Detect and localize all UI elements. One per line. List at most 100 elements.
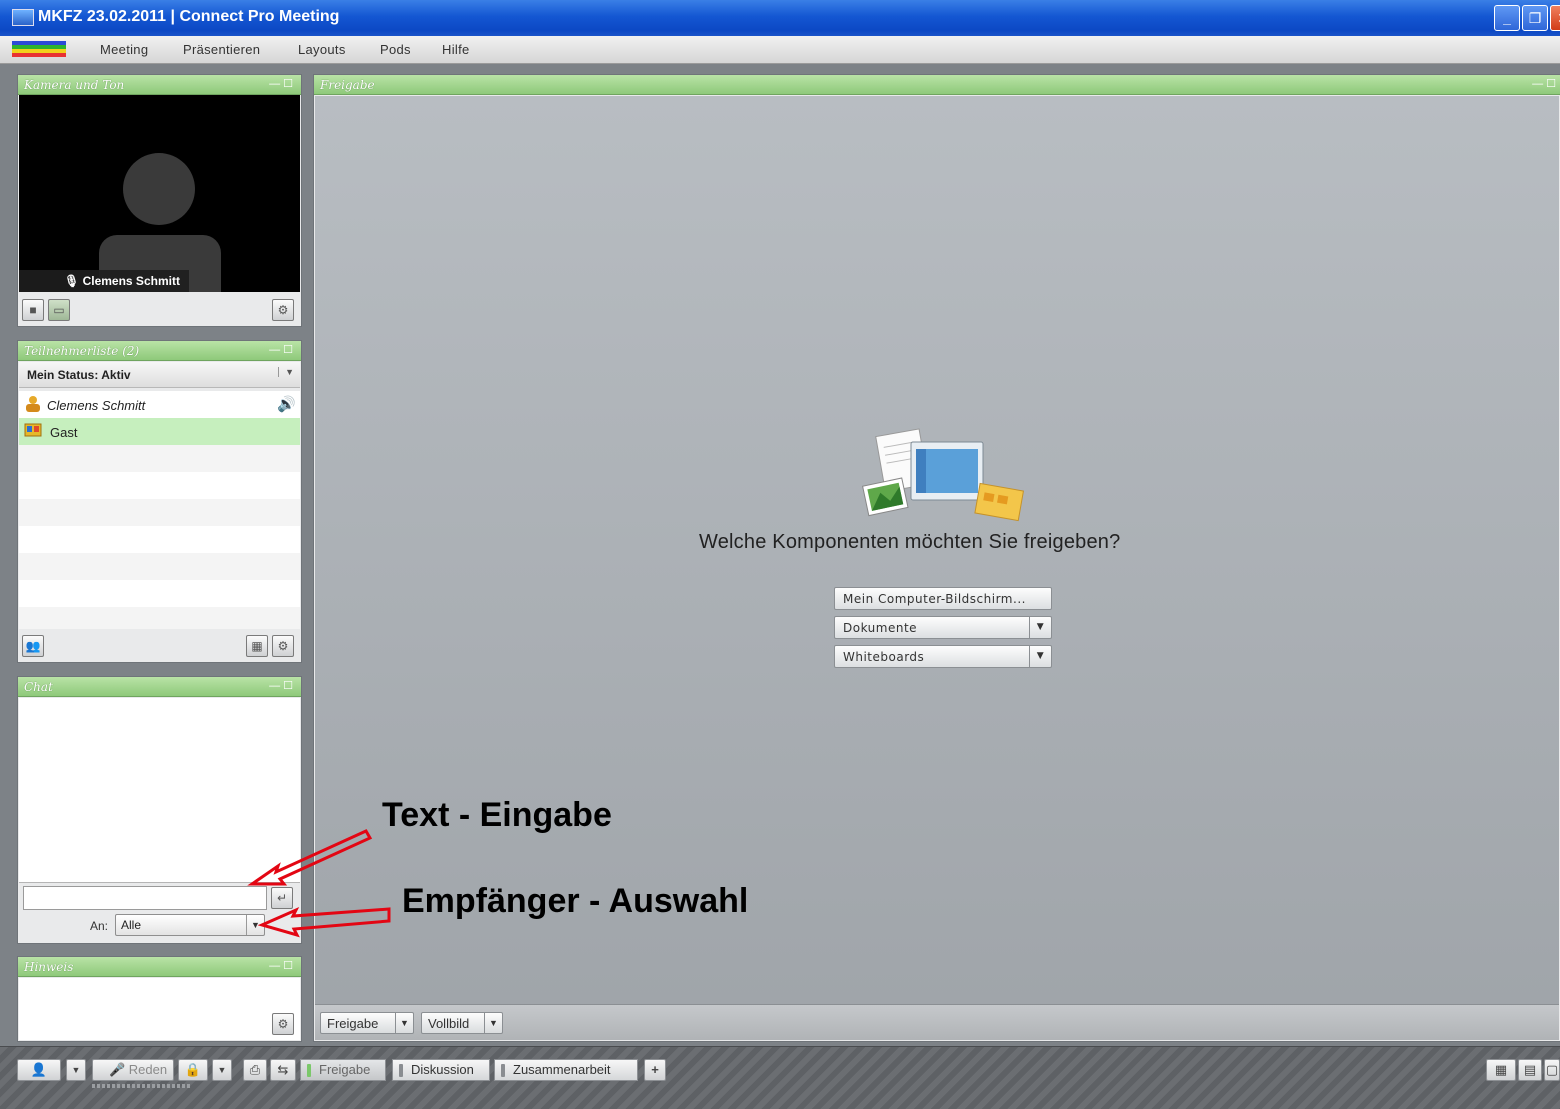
bottom-bar: 👤 ▼ 🎤 Reden 🔒 ▼ ⎙ ⇆ Freigabe Diskussion … (0, 1046, 1560, 1109)
footer-fullscreen-label: Vollbild (428, 1016, 470, 1031)
recipient-select[interactable]: Alle ▼ (115, 914, 265, 936)
list-row-empty (19, 607, 300, 629)
my-status-select[interactable]: Mein Status: Aktiv ▼ (19, 362, 300, 388)
camera-speaker-label: 🎙 Clemens Schmitt (19, 270, 189, 292)
chevron-down-icon[interactable]: ▼ (1029, 617, 1051, 638)
share-documents-button[interactable]: Dokumente ▼ (834, 616, 1052, 639)
layout-label: Diskussion (411, 1062, 474, 1077)
camera-pod: Kamera und Ton — ☐ 🎙 Clemens Schmitt ■ ▭… (17, 74, 302, 327)
add-layout-button[interactable]: + (644, 1059, 666, 1081)
attendee-settings-gear-icon[interactable]: ⚙ (272, 635, 294, 657)
pod-title: Chat (24, 680, 53, 694)
microphone-icon: 🎙 (64, 274, 83, 288)
layout-tab-freigabe[interactable]: Freigabe (300, 1059, 386, 1081)
chat-messages (19, 698, 300, 883)
menu-bar: Meeting Präsentieren Layouts Pods Hilfe (0, 36, 1560, 64)
chevron-down-icon[interactable]: ▼ (484, 1013, 502, 1033)
pod-window-controls[interactable]: — ☐ (1532, 77, 1556, 90)
status-icon[interactable]: 👤 (17, 1059, 61, 1081)
print-icon[interactable]: ⎙ (243, 1059, 267, 1081)
pod-title: Teilnehmerliste (2) (24, 344, 140, 358)
note-content[interactable] (19, 978, 300, 1040)
pod-window-controls[interactable]: — ☐ (269, 77, 293, 90)
chevron-down-icon[interactable]: ▼ (66, 1059, 86, 1081)
chevron-down-icon[interactable]: ▼ (278, 367, 294, 377)
speaker-volume-icon: 🔊 (277, 396, 296, 413)
pod-header: Kamera und Ton — ☐ (18, 75, 301, 95)
add-user-button[interactable]: 👥 (22, 635, 44, 657)
camera-view: 🎙 Clemens Schmitt (19, 95, 300, 292)
share-whiteboards-button[interactable]: Whiteboards ▼ (834, 645, 1052, 668)
menu-hilfe[interactable]: Hilfe (442, 42, 470, 57)
camera-settings-gear-icon[interactable]: ⚙ (272, 299, 294, 321)
list-row-empty (19, 445, 300, 472)
pod-header: Hinweis — ☐ (18, 957, 301, 977)
minimize-button[interactable]: _ (1494, 5, 1520, 31)
share-components-icon (862, 428, 1025, 522)
layout-tab-diskussion[interactable]: Diskussion (392, 1059, 490, 1081)
footer-share-label: Freigabe (327, 1016, 379, 1031)
share-my-screen-button[interactable]: Mein Computer-Bildschirm... (834, 587, 1052, 610)
list-row-empty (19, 553, 300, 580)
pod-header: Teilnehmerliste (2) — ☐ (18, 341, 301, 361)
annotation-recipient-select: Empfänger - Auswahl (402, 882, 749, 920)
chevron-down-icon[interactable]: ▼ (1029, 646, 1051, 667)
share-question: Welche Komponenten möchten Sie freigeben… (699, 531, 1121, 553)
layout-bar-icon (501, 1064, 505, 1077)
pod-title: Kamera und Ton (24, 78, 125, 92)
host-icon (26, 396, 40, 412)
grid-view-icon[interactable]: ▦ (246, 635, 268, 657)
recipient-label: An: (90, 919, 109, 933)
close-button[interactable]: ✕ (1550, 5, 1560, 31)
share-menu-button[interactable]: Freigabe ▼ (320, 1012, 414, 1034)
pod-window-controls[interactable]: — ☐ (269, 959, 293, 972)
window-view-icon[interactable]: ▢ (1544, 1059, 1560, 1081)
talk-icon: 🎤 (108, 1062, 129, 1077)
share-footer: Freigabe ▼ Vollbild ▼ (315, 1004, 1559, 1040)
status-label: Mein Status: Aktiv (27, 368, 131, 382)
share-option-label: Whiteboards (843, 650, 925, 664)
layout-bar-icon (399, 1064, 403, 1077)
list-item[interactable]: Gast (19, 418, 300, 445)
attendee-name: Clemens Schmitt (47, 398, 146, 413)
user-silhouette-icon (123, 153, 195, 225)
grid-view-icon[interactable]: ▦ (1486, 1059, 1516, 1081)
list-row-empty (19, 526, 300, 553)
menu-pods[interactable]: Pods (380, 42, 411, 57)
attendee-pod: Teilnehmerliste (2) — ☐ Mein Status: Akt… (17, 340, 302, 663)
stop-camera-button[interactable]: ■ (22, 299, 44, 321)
pod-header: Freigabe — ☐ (314, 75, 1560, 95)
chat-input[interactable] (23, 886, 267, 910)
talk-button[interactable]: 🎤 Reden (92, 1059, 174, 1081)
pod-window-controls[interactable]: — ☐ (269, 679, 293, 692)
list-item[interactable]: Clemens Schmitt 🔊 (19, 391, 300, 418)
send-enter-icon[interactable]: ↵ (271, 887, 293, 909)
camera-toggle-button[interactable]: ▭ (48, 299, 70, 321)
layout-label: Freigabe (319, 1062, 371, 1077)
pod-title: Hinweis (24, 960, 74, 974)
menu-meeting[interactable]: Meeting (100, 42, 148, 57)
chat-pod: Chat — ☐ ↵ An: Alle ▼ (17, 676, 302, 944)
share-option-label: Dokumente (843, 621, 918, 635)
lock-icon[interactable]: 🔒 (178, 1059, 208, 1081)
chat-view-icon[interactable]: ▤ (1518, 1059, 1542, 1081)
list-row-empty (19, 472, 300, 499)
chevron-down-icon[interactable]: ▼ (212, 1059, 232, 1081)
speaker-name: Clemens Schmitt (82, 274, 180, 288)
note-settings-gear-icon[interactable]: ⚙ (272, 1013, 294, 1035)
guest-icon (24, 423, 42, 437)
title-bar: MKFZ 23.02.2011 | Connect Pro Meeting _ … (0, 0, 1560, 36)
share-link-icon[interactable]: ⇆ (270, 1059, 296, 1081)
recipient-value: Alle (121, 918, 142, 932)
active-bar-icon (307, 1064, 311, 1077)
chevron-down-icon[interactable]: ▼ (246, 915, 264, 935)
fullscreen-button[interactable]: Vollbild ▼ (421, 1012, 503, 1034)
menu-praesentieren[interactable]: Präsentieren (183, 42, 260, 57)
restore-button[interactable]: ❐ (1522, 5, 1548, 31)
pod-window-controls[interactable]: — ☐ (269, 343, 293, 356)
attendee-name: Gast (50, 425, 78, 440)
layout-tab-zusammenarbeit[interactable]: Zusammenarbeit (494, 1059, 638, 1081)
chevron-down-icon[interactable]: ▼ (395, 1013, 413, 1033)
pod-header: Chat — ☐ (18, 677, 301, 697)
menu-layouts[interactable]: Layouts (298, 42, 346, 57)
